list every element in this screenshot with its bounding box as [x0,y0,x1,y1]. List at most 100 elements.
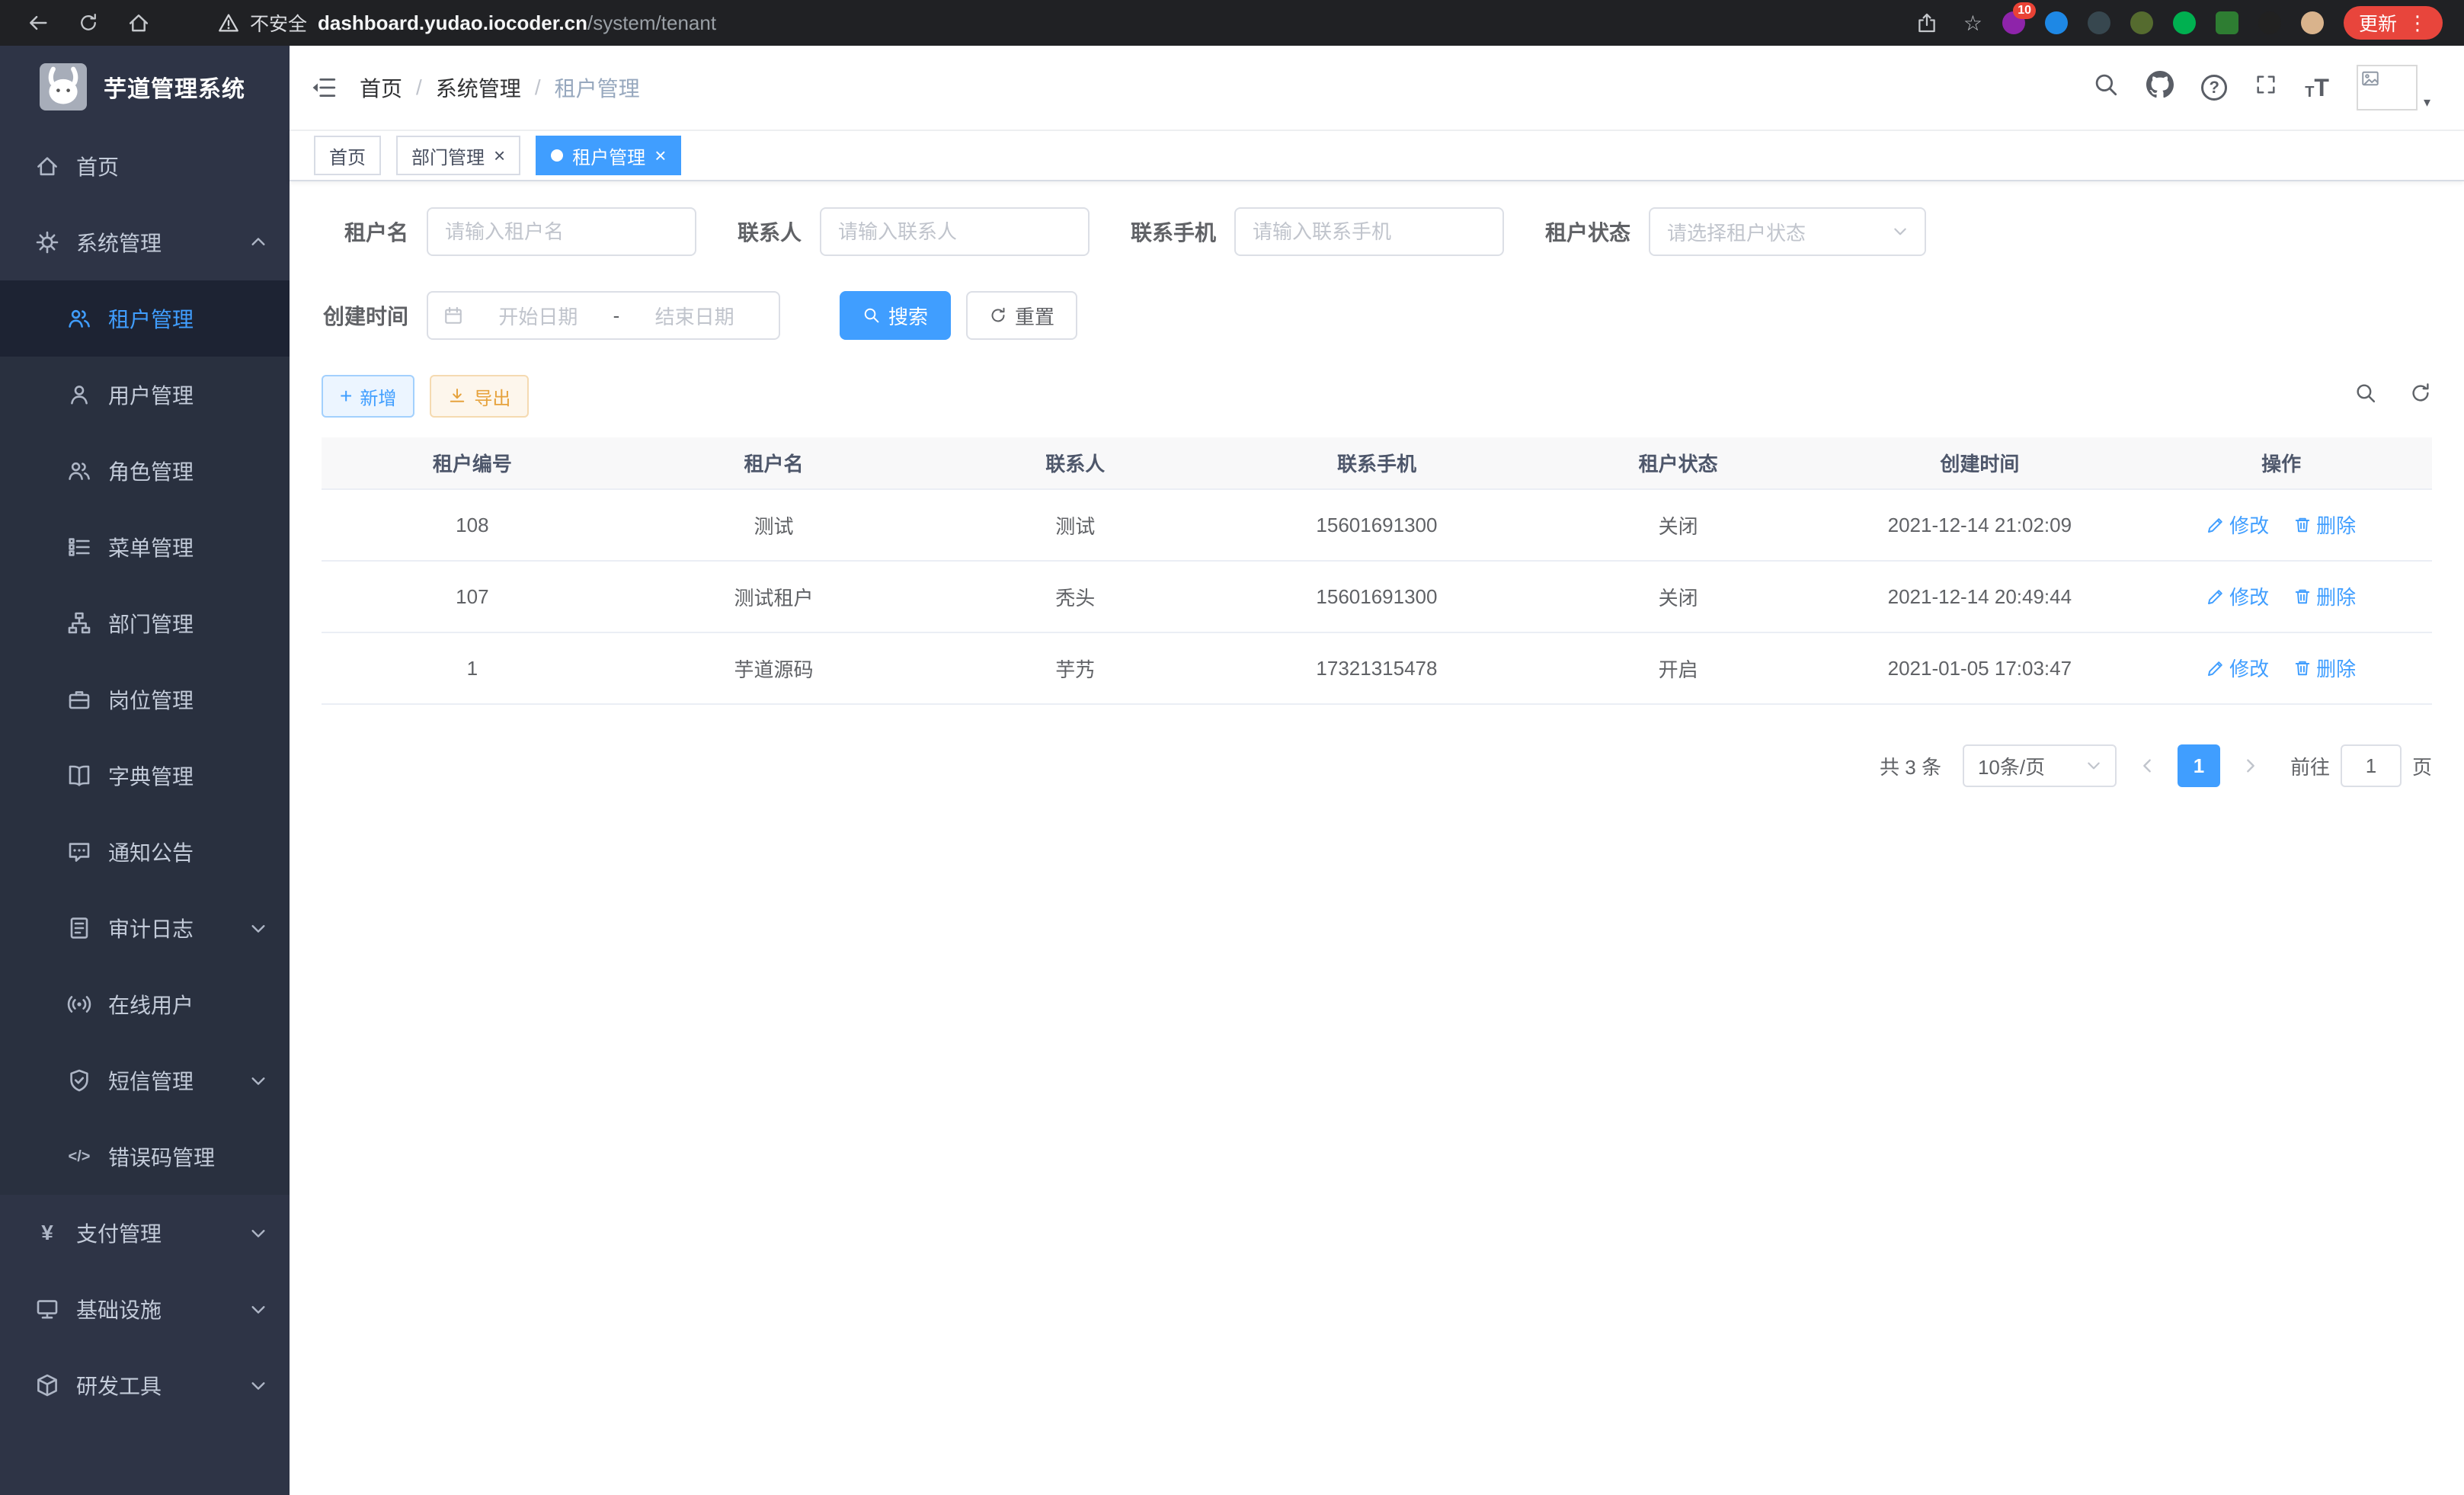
app-frame: 芋道管理系统 首页 系统管理 租户管理 用户管理 [0,46,2464,1495]
extension-icon-6[interactable] [2216,11,2238,34]
extension-icon-7[interactable] [2258,11,2281,34]
filter-row-1: 租户名 联系人 联系手机 租户状态 请选择租户状态 [322,207,2432,256]
page-number-button[interactable]: 1 [2178,744,2220,787]
sidebar-item-role-management[interactable]: 角色管理 [0,433,290,509]
breadcrumb-system[interactable]: 系统管理 [436,72,521,103]
org-tree-icon [67,611,91,635]
tab-close-icon[interactable]: × [654,146,666,165]
profile-avatar-icon[interactable] [2301,11,2324,34]
chevron-down-icon [250,1224,267,1241]
cell-status: 关闭 [1528,561,1829,632]
toggle-search-button[interactable] [2354,382,2377,411]
app-logo[interactable]: 芋道管理系统 [0,46,290,128]
page-size-value: 10条/页 [1978,752,2045,780]
edit-link[interactable]: 修改 [2206,654,2269,682]
tenant-name-label: 租户名 [322,216,408,247]
extension-icon-1[interactable]: 10 [2002,11,2025,34]
delete-link[interactable]: 删除 [2293,654,2356,682]
broken-image-icon [2361,69,2379,88]
cell-id: 1 [322,632,623,704]
sidebar-item-department-management[interactable]: 部门管理 [0,585,290,661]
edit-link[interactable]: 修改 [2206,511,2269,539]
browser-home-button[interactable] [122,11,155,34]
next-page-button[interactable] [2235,757,2266,774]
sidebar-item-user-management[interactable]: 用户管理 [0,357,290,433]
tab-tenant-management[interactable]: 租户管理 × [536,136,681,175]
breadcrumb-separator: / [416,75,422,100]
export-button[interactable]: 导出 [430,375,529,418]
bookmark-star-icon[interactable]: ☆ [1963,11,1982,36]
sidebar-item-errorcode-management[interactable]: </> 错误码管理 [0,1119,290,1195]
tenant-name-input[interactable] [427,207,696,256]
browser-reload-button[interactable] [72,12,105,34]
yen-icon: ¥ [35,1221,59,1245]
extension-icon-2[interactable] [2045,11,2068,34]
tenant-table: 租户编号 租户名 联系人 联系手机 租户状态 创建时间 操作 108 测试 [322,437,2432,705]
date-end-placeholder: 结束日期 [626,302,763,330]
browser-update-button[interactable]: 更新 ⋮ [2344,6,2443,40]
delete-link[interactable]: 删除 [2293,511,2356,539]
refresh-icon [2409,382,2432,405]
sidebar-item-dict-management[interactable]: 字典管理 [0,738,290,814]
column-header-name: 租户名 [623,437,925,489]
contact-label: 联系人 [738,216,802,247]
page-size-select[interactable]: 10条/页 [1963,744,2117,787]
fullscreen-icon [2254,73,2277,96]
search-button[interactable]: 搜索 [840,291,951,340]
main-area: 首页 / 系统管理 / 租户管理 ? [290,46,2464,1495]
sidebar-item-online-users[interactable]: 在线用户 [0,966,290,1042]
prev-page-button[interactable] [2132,757,2162,774]
tab-close-icon[interactable]: × [494,146,505,165]
pagination: 共 3 条 10条/页 1 前往 页 [322,744,2432,787]
sidebar-item-tenant-management[interactable]: 租户管理 [0,280,290,357]
sidebar-item-dev-tools[interactable]: 研发工具 [0,1347,290,1423]
sidebar-item-sms-management[interactable]: 短信管理 [0,1042,290,1119]
sidebar-item-menu-management[interactable]: 菜单管理 [0,509,290,585]
phone-input[interactable] [1234,207,1504,256]
phone-label: 联系手机 [1131,216,1216,247]
sidebar-item-notice[interactable]: 通知公告 [0,814,290,890]
extension-icon-3[interactable] [2088,11,2110,34]
help-icon[interactable]: ? [2201,75,2227,101]
date-range-picker[interactable]: 开始日期 - 结束日期 [427,291,780,340]
sidebar-item-home[interactable]: 首页 [0,128,290,204]
sidebar-item-audit-log[interactable]: 审计日志 [0,890,290,966]
add-button[interactable]: + 新增 [322,375,414,418]
sidebar-item-system-management[interactable]: 系统管理 [0,204,290,280]
edit-link[interactable]: 修改 [2206,582,2269,610]
reset-button[interactable]: 重置 [966,291,1077,340]
github-link[interactable] [2146,71,2174,104]
refresh-table-button[interactable] [2409,382,2432,411]
status-label: 租户状态 [1545,216,1630,247]
date-separator: - [613,304,620,328]
sidebar-item-payment-management[interactable]: ¥ 支付管理 [0,1195,290,1271]
sidebar-item-infrastructure[interactable]: 基础设施 [0,1271,290,1347]
cell-phone: 17321315478 [1226,632,1528,704]
user-avatar-menu[interactable]: ▾ [2357,65,2430,110]
tab-home[interactable]: 首页 [314,136,381,175]
address-bar[interactable]: 不安全 dashboard.yudao.iocoder.cn/system/te… [218,9,1893,37]
status-select[interactable]: 请选择租户状态 [1649,207,1926,256]
trash-icon [2293,659,2312,677]
share-button[interactable] [1910,12,1944,34]
tab-department-management[interactable]: 部门管理 × [396,136,520,175]
add-button-label: 新增 [360,383,396,410]
contact-input[interactable] [820,207,1090,256]
security-warning-label: 不安全 [250,9,307,37]
extension-icon-5[interactable] [2173,11,2196,34]
fullscreen-button[interactable] [2254,73,2277,102]
breadcrumb-home[interactable]: 首页 [360,72,402,103]
menu-list-icon [67,535,91,559]
sidebar-collapse-button[interactable] [311,75,337,101]
delete-link[interactable]: 删除 [2293,582,2356,610]
filter-create-time: 创建时间 开始日期 - 结束日期 [322,291,780,340]
goto-page-input[interactable] [2341,744,2402,787]
home-icon [35,154,59,178]
sidebar-item-post-management[interactable]: 岗位管理 [0,661,290,738]
font-size-button[interactable]: TT [2305,75,2329,100]
browser-actions: ☆ 10 更新 ⋮ [1910,6,2443,40]
header-search-button[interactable] [2093,72,2119,104]
extension-icon-4[interactable] [2130,11,2153,34]
sidebar-item-label: 审计日志 [108,913,194,943]
browser-back-button[interactable] [21,11,55,34]
